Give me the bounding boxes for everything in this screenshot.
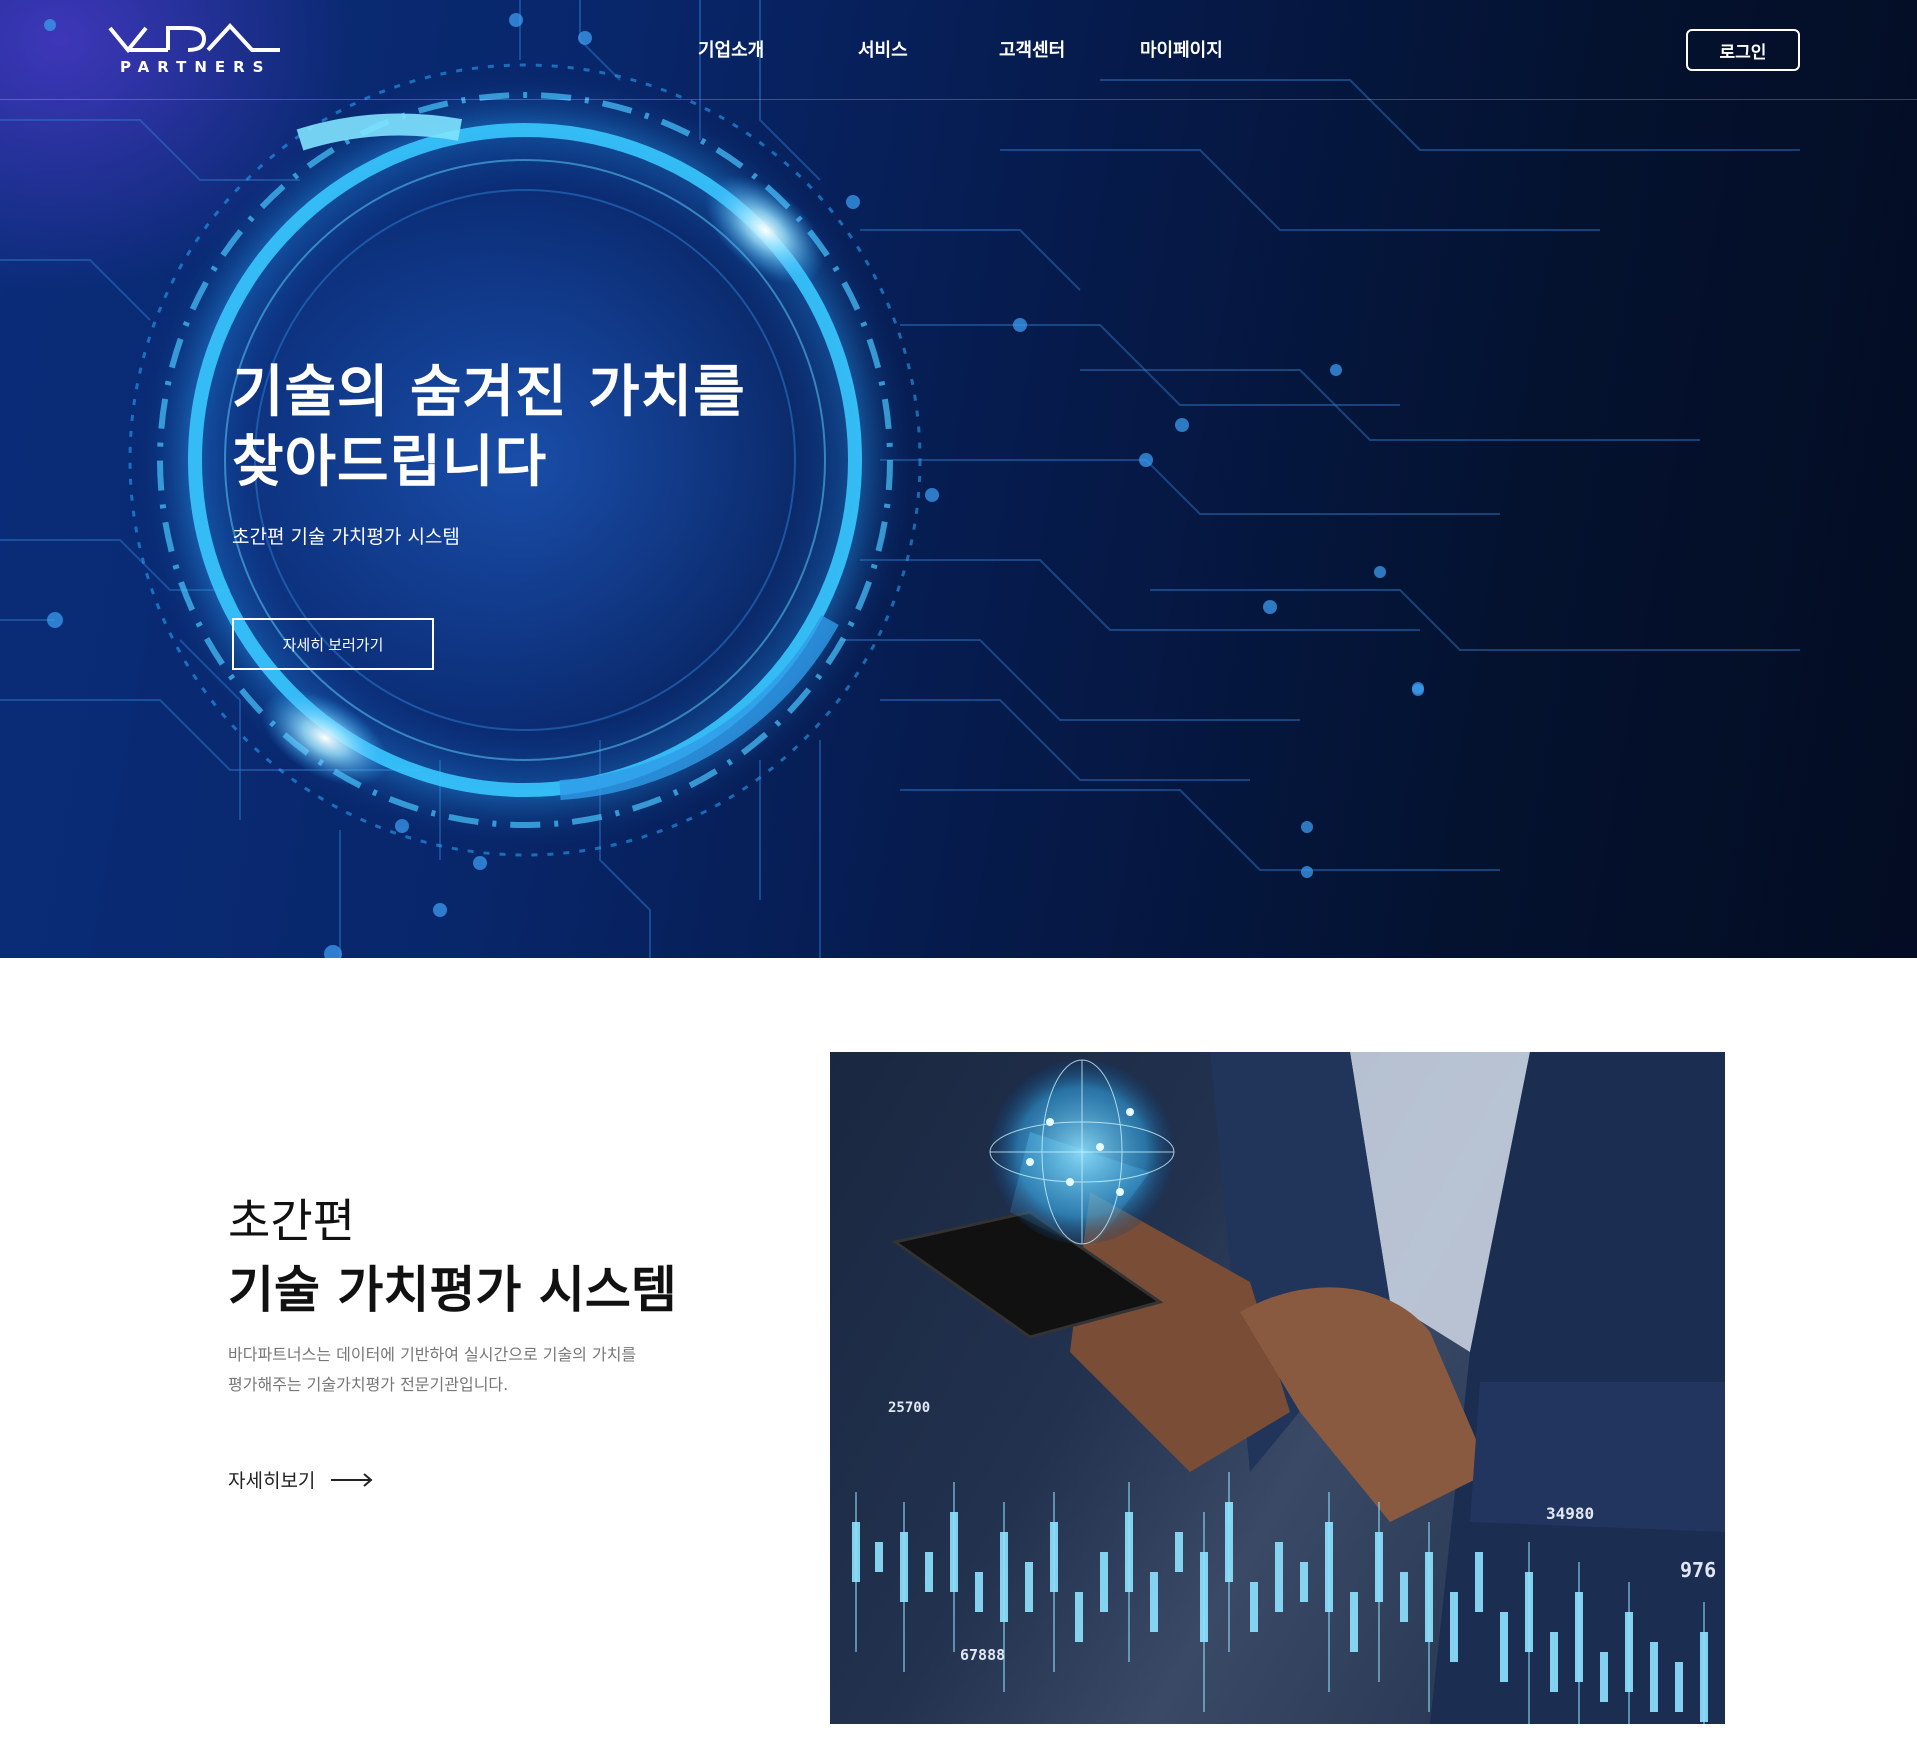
hero-banner: PARTNERS 기업소개 서비스 고객센터 마이페이지 로그인 기술의 숨겨진… (0, 0, 1917, 958)
intro-description: 바다파트너스는 데이터에 기반하여 실시간으로 기술의 가치를 평가해주는 기술… (228, 1340, 688, 1400)
intro-description-line2: 평가해주는 기술가치평가 전문기관입니다. (228, 1375, 509, 1394)
site-header: PARTNERS 기업소개 서비스 고객센터 마이페이지 로그인 (0, 0, 1917, 100)
intro-description-line1: 바다파트너스는 데이터에 기반하여 실시간으로 기술의 가치를 (228, 1345, 637, 1364)
nav-item-mypage[interactable]: 마이페이지 (1140, 36, 1223, 62)
login-button[interactable]: 로그인 (1686, 29, 1800, 71)
hero-subtitle: 초간편 기술 가치평가 시스템 (232, 526, 460, 548)
arrow-right-icon (331, 1472, 373, 1487)
chart-number: 976 (1680, 1558, 1717, 1582)
nav-item-services[interactable]: 서비스 (858, 36, 908, 62)
hero-title-line1: 기술의 숨겨진 가치를 (232, 360, 746, 425)
chart-number: 67888 (960, 1646, 1006, 1664)
phone-chart-illustration (852, 1052, 1725, 1724)
intro-heading-bold: 기술 가치평가 시스템 (228, 1261, 677, 1319)
chart-number: 34980 (1546, 1504, 1595, 1523)
intro-more-label: 자세히보기 (228, 1470, 316, 1492)
intro-more-link[interactable]: 자세히보기 (228, 1466, 373, 1493)
nav-item-support[interactable]: 고객센터 (999, 36, 1065, 62)
logo-text: PARTNERS (120, 58, 272, 76)
hero-detail-button[interactable]: 자세히 보러가기 (232, 618, 434, 670)
intro-heading-light: 초간편 (228, 1194, 355, 1248)
hero-title: 기술의 숨겨진 가치를 찾아드립니다 (232, 358, 746, 498)
hero-title-line2: 찾아드립니다 (232, 430, 548, 495)
business-phone-image: 25700 34980 976 67888 (830, 1052, 1725, 1724)
nav-item-company[interactable]: 기업소개 (698, 36, 764, 62)
chart-number: 25700 (888, 1400, 931, 1416)
